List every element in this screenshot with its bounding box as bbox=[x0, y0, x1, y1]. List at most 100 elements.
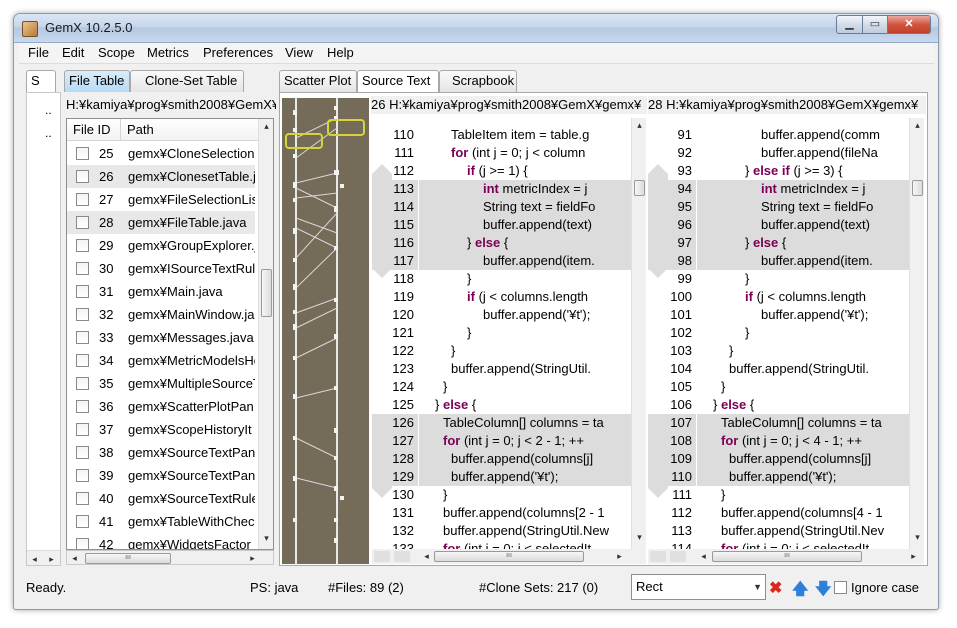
code-line[interactable]: } bbox=[697, 324, 909, 342]
pane1-code[interactable]: TableItem item = table.g for (int j = 0; … bbox=[419, 118, 631, 549]
maximize-button[interactable]: ▭ bbox=[862, 15, 888, 34]
code-line[interactable]: } bbox=[697, 378, 909, 396]
scroll-right-icon[interactable]: ▸ bbox=[245, 553, 260, 564]
column-header-path[interactable]: Path bbox=[121, 119, 259, 141]
title-bar[interactable]: GemX 10.2.5.0 ▁ ▭ ✕ bbox=[14, 14, 938, 43]
table-row[interactable]: 36 gemx¥ScatterPlotPan bbox=[67, 395, 255, 418]
pane2-hscroll[interactable]: ◂ ııı ▸ bbox=[648, 549, 924, 564]
menu-edit[interactable]: Edit bbox=[62, 45, 84, 60]
code-line[interactable]: TableItem item = table.g bbox=[419, 126, 631, 144]
code-line[interactable]: for (int j = 0; j < column bbox=[419, 144, 631, 162]
row-checkbox[interactable] bbox=[76, 308, 89, 321]
table-row[interactable]: 34 gemx¥MetricModelsHo bbox=[67, 349, 255, 372]
table-row[interactable]: 38 gemx¥SourceTextPan bbox=[67, 441, 255, 464]
row-checkbox[interactable] bbox=[76, 515, 89, 528]
code-line[interactable]: } bbox=[419, 342, 631, 360]
table-row[interactable]: 37 gemx¥ScopeHistoryIt bbox=[67, 418, 255, 441]
pane2-vscroll[interactable]: ▴ ▾ bbox=[909, 118, 924, 549]
chevron-down-icon[interactable]: ▼ bbox=[753, 575, 762, 599]
menu-preferences[interactable]: Preferences bbox=[203, 45, 273, 60]
search-combo[interactable]: Rect ▼ bbox=[631, 574, 766, 600]
code-line[interactable]: } else { bbox=[697, 234, 909, 252]
code-line[interactable]: String text = fieldFo bbox=[419, 198, 631, 216]
code-line[interactable]: for (int j = 0; j < 4 - 1; ++ bbox=[697, 432, 909, 450]
tab-scrapbook[interactable]: Scrapbook bbox=[439, 70, 517, 92]
code-line[interactable]: } else { bbox=[419, 396, 631, 414]
table-row[interactable]: 35 gemx¥MultipleSourceT bbox=[67, 372, 255, 395]
row-checkbox[interactable] bbox=[76, 147, 89, 160]
tab-file-table[interactable]: File Table bbox=[64, 70, 130, 92]
code-line[interactable]: buffer.append('¥t'); bbox=[419, 468, 631, 486]
row-checkbox[interactable] bbox=[76, 354, 89, 367]
file-table-hscroll-thumb[interactable]: ııı bbox=[85, 553, 171, 564]
code-line[interactable]: buffer.append('¥t'); bbox=[419, 306, 631, 324]
code-line[interactable]: buffer.append(StringUtil.Nev bbox=[697, 522, 909, 540]
scroll-left-icon[interactable]: ◂ bbox=[696, 551, 711, 562]
row-checkbox[interactable] bbox=[76, 239, 89, 252]
search-up-icon[interactable]: 🡅 bbox=[792, 578, 808, 605]
table-row[interactable]: 42 gemx¥WidgetsFactor bbox=[67, 533, 255, 549]
code-line[interactable]: buffer.append('¥t'); bbox=[697, 306, 909, 324]
close-button[interactable]: ✕ bbox=[887, 15, 931, 34]
code-line[interactable]: buffer.append(columns[j] bbox=[697, 450, 909, 468]
tab-collapsed-s[interactable]: S bbox=[26, 70, 56, 92]
row-checkbox[interactable] bbox=[76, 492, 89, 505]
code-line[interactable]: buffer.append(fileNa bbox=[697, 144, 909, 162]
pane2-vscroll-thumb[interactable] bbox=[912, 180, 923, 196]
code-line[interactable]: } else if (j >= 3) { bbox=[697, 162, 909, 180]
code-line[interactable]: buffer.append(item. bbox=[697, 252, 909, 270]
row-checkbox[interactable] bbox=[76, 423, 89, 436]
code-line[interactable]: buffer.append(columns[4 - 1 bbox=[697, 504, 909, 522]
code-line[interactable]: if (j >= 1) { bbox=[419, 162, 631, 180]
row-checkbox[interactable] bbox=[76, 262, 89, 275]
code-line[interactable]: } else { bbox=[697, 396, 909, 414]
code-line[interactable]: } bbox=[419, 270, 631, 288]
ignore-case-checkbox[interactable] bbox=[834, 581, 847, 594]
scroll-up-icon[interactable]: ▴ bbox=[259, 121, 273, 132]
scroll-left-icon[interactable]: ◂ bbox=[419, 551, 434, 562]
row-checkbox[interactable] bbox=[76, 446, 89, 459]
row-checkbox[interactable] bbox=[76, 285, 89, 298]
tab-clone-set-table[interactable]: Clone-Set Table bbox=[130, 70, 244, 92]
scroll-left-icon[interactable]: ◂ bbox=[67, 553, 82, 564]
file-table-vscroll[interactable]: ▴ ▾ bbox=[258, 119, 273, 549]
tab-scatter-plot[interactable]: Scatter Plot bbox=[279, 70, 357, 92]
menu-file[interactable]: File bbox=[28, 45, 49, 60]
code-line[interactable]: } bbox=[419, 378, 631, 396]
code-line[interactable]: int metricIndex = j bbox=[419, 180, 631, 198]
table-row[interactable]: 31 gemx¥Main.java bbox=[67, 280, 255, 303]
code-line[interactable]: buffer.append(StringUtil. bbox=[419, 360, 631, 378]
code-line[interactable]: for (int i = 0; i < selectedIt bbox=[419, 540, 631, 549]
scroll-down-icon[interactable]: ▾ bbox=[632, 532, 647, 543]
code-line[interactable]: buffer.append(comm bbox=[697, 126, 909, 144]
scroll-right-icon[interactable]: ▸ bbox=[612, 551, 627, 562]
row-checkbox[interactable] bbox=[76, 400, 89, 413]
code-line[interactable]: buffer.append(StringUtil. bbox=[697, 360, 909, 378]
code-line[interactable]: TableColumn[] columns = ta bbox=[697, 414, 909, 432]
code-line[interactable]: if (j < columns.length bbox=[419, 288, 631, 306]
table-row[interactable]: 25 gemx¥CloneSelectionI bbox=[67, 142, 255, 165]
tab-source-text[interactable]: Source Text bbox=[357, 70, 439, 92]
code-line[interactable]: String text = fieldFo bbox=[697, 198, 909, 216]
row-checkbox[interactable] bbox=[76, 469, 89, 482]
code-line[interactable]: } bbox=[697, 486, 909, 504]
code-line[interactable]: if (j < columns.length bbox=[697, 288, 909, 306]
scroll-up-icon[interactable]: ▴ bbox=[632, 120, 647, 131]
row-checkbox[interactable] bbox=[76, 331, 89, 344]
menu-help[interactable]: Help bbox=[327, 45, 354, 60]
code-line[interactable]: int metricIndex = j bbox=[697, 180, 909, 198]
code-line[interactable]: } bbox=[419, 324, 631, 342]
scroll-up-icon[interactable]: ▴ bbox=[910, 120, 925, 131]
code-line[interactable]: buffer.append(item. bbox=[419, 252, 631, 270]
menu-view[interactable]: View bbox=[285, 45, 313, 60]
pane1-vscroll-thumb[interactable] bbox=[634, 180, 645, 196]
code-line[interactable]: } bbox=[419, 486, 631, 504]
column-header-file-id[interactable]: File ID bbox=[67, 119, 121, 141]
minimize-button[interactable]: ▁ bbox=[836, 15, 863, 34]
collapsed-hscroll[interactable]: ◂ ▸ bbox=[27, 550, 60, 565]
code-line[interactable]: buffer.append(columns[j] bbox=[419, 450, 631, 468]
scatter-selection-box-2[interactable] bbox=[327, 119, 365, 136]
row-checkbox[interactable] bbox=[76, 216, 89, 229]
scroll-down-icon[interactable]: ▾ bbox=[259, 533, 273, 544]
scroll-right-icon[interactable]: ▸ bbox=[44, 554, 59, 565]
